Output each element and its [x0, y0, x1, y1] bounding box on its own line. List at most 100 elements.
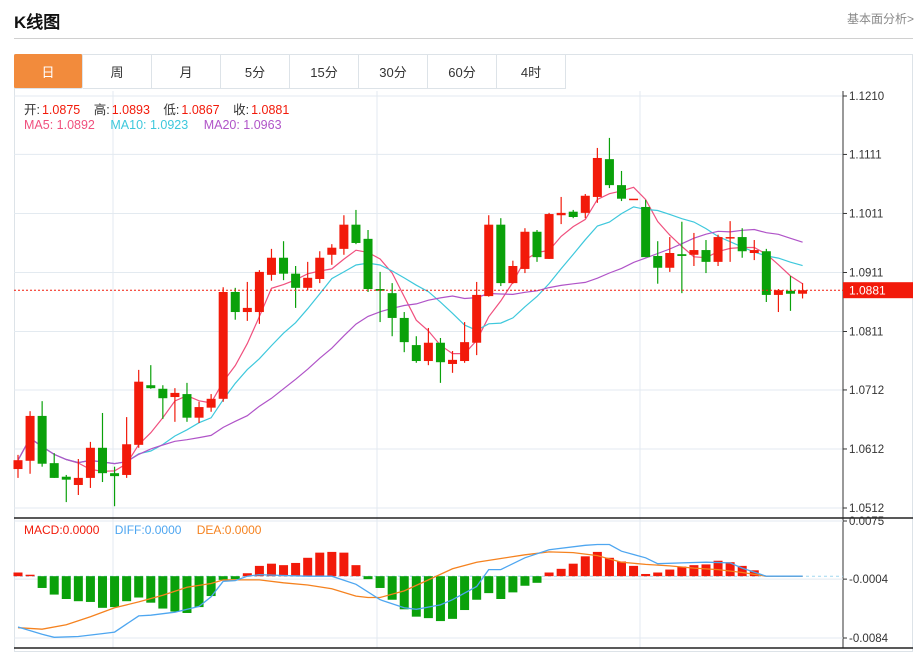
candle: [556, 196, 566, 225]
candle: [761, 248, 771, 302]
candle: [713, 234, 723, 266]
candle-body: [641, 206, 651, 258]
macd-bar: [61, 576, 71, 599]
macd-bar: [689, 565, 699, 577]
kline-chart[interactable]: 1.1210 1.1111 1.1011 1.0911 1.0811 1.0712 1.06…: [0, 0, 922, 653]
macd-bar: [435, 576, 445, 622]
candle: [496, 218, 506, 287]
candle-body: [387, 293, 397, 318]
candle: [218, 287, 228, 402]
price-tick-label: 1.1210: [849, 91, 884, 103]
macd-bar: [677, 566, 687, 577]
candle: [279, 241, 289, 281]
candle: [182, 382, 192, 422]
candle: [242, 281, 252, 321]
candle-body: [13, 460, 23, 470]
candle: [460, 322, 470, 363]
candle-body: [749, 250, 759, 254]
candle: [592, 147, 602, 203]
candle-body: [556, 212, 566, 216]
candle: [49, 453, 59, 478]
macd-bar: [85, 576, 95, 602]
candle: [266, 248, 276, 281]
candle-body: [351, 224, 361, 243]
candle: [339, 215, 349, 255]
close-value: 1.0881: [251, 103, 290, 117]
open-label: 开:: [24, 103, 40, 117]
candle-body: [629, 198, 639, 201]
macd-bar: [629, 565, 639, 577]
candle-body: [411, 345, 421, 362]
candle: [435, 338, 445, 383]
candle: [665, 237, 675, 272]
candle: [508, 260, 518, 284]
candle: [629, 198, 639, 201]
candle-body: [85, 447, 95, 478]
candle-body: [170, 392, 180, 398]
macd-bar: [617, 561, 626, 577]
candle: [411, 336, 421, 363]
candle-body: [761, 251, 771, 295]
ma10-value: MA10: 1.0923: [110, 118, 189, 132]
price-tick-label: 1.0811: [849, 327, 883, 339]
candle-body: [291, 273, 301, 288]
candle: [97, 412, 107, 483]
dea-value: DEA:0.0000: [196, 523, 262, 537]
candle-body: [363, 238, 373, 290]
candle-body: [146, 385, 156, 389]
macd-bar: [134, 576, 144, 598]
candle-body: [544, 214, 554, 259]
macd-bar: [399, 576, 409, 610]
candle: [327, 244, 337, 265]
macd-bar: [97, 576, 107, 608]
macd-bar: [375, 576, 385, 588]
candle: [351, 209, 361, 245]
macd-bar: [49, 576, 59, 595]
ma5-value: MA5: 1.0892: [24, 118, 95, 132]
macd-bar: [13, 572, 23, 577]
candle-body: [508, 265, 518, 284]
candle-body: [134, 381, 144, 445]
candle: [387, 283, 397, 337]
candle: [617, 170, 626, 202]
macd-bar: [508, 576, 518, 593]
macd-bar: [339, 552, 349, 577]
candle-body: [315, 257, 325, 279]
current-price-label: 1.0881: [849, 284, 886, 298]
candle: [363, 229, 373, 292]
price-tick-label: 1.0712: [849, 385, 884, 397]
macd-bar: [484, 576, 494, 594]
macd-bar: [580, 556, 590, 577]
price-tick-label: 1.0911: [849, 267, 883, 279]
candle-body: [206, 398, 216, 408]
candle: [484, 215, 494, 297]
candle: [773, 289, 783, 313]
macd-bar: [315, 552, 325, 577]
candle-body: [713, 237, 723, 262]
macd-bar: [387, 576, 397, 600]
candle: [61, 474, 71, 503]
candle: [122, 417, 132, 478]
macd-value: MACD:0.0000: [24, 523, 100, 537]
macd-tick-label: -0.0004: [849, 574, 889, 586]
candle: [520, 228, 530, 274]
candle-body: [653, 255, 663, 268]
candle: [423, 327, 433, 366]
macd-bar: [73, 576, 83, 602]
candle: [448, 350, 458, 373]
candle-body: [25, 415, 35, 461]
candle: [25, 411, 35, 474]
low-value: 1.0867: [181, 103, 220, 117]
macd-bar: [411, 576, 421, 617]
ohlc-legend: 开: 1.0875 高: 1.0893 低: 1.0867 收: 1.0881: [24, 99, 291, 118]
candle-body: [49, 463, 59, 478]
candle-body: [435, 342, 445, 363]
macd-bar: [641, 573, 651, 577]
candle: [701, 240, 711, 274]
macd-bar: [604, 557, 614, 577]
candle: [532, 229, 542, 262]
candle: [798, 283, 808, 299]
high-label: 高:: [93, 103, 110, 117]
price-tick-label: 1.0512: [849, 503, 884, 515]
macd-tick-label: -0.0084: [849, 633, 889, 645]
